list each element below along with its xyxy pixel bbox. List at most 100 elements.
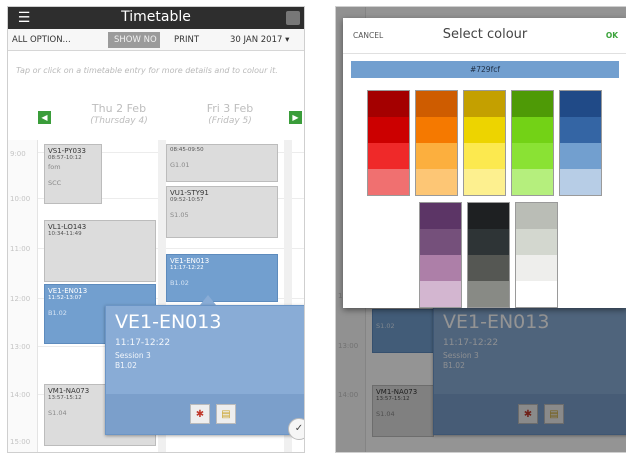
entry-room: B1.02 bbox=[170, 279, 189, 287]
colour-swatch[interactable] bbox=[368, 117, 409, 143]
colour-swatch[interactable] bbox=[512, 143, 553, 169]
colour-swatch[interactable] bbox=[468, 281, 509, 307]
timetable-entry[interactable]: VU1-STY91 09:52-10:57 S1.05 bbox=[166, 186, 278, 238]
day-header-thu: Thu 2 Feb (Thursday 4) bbox=[64, 102, 174, 128]
colour-swatch[interactable] bbox=[368, 143, 409, 169]
colour-swatch[interactable] bbox=[416, 169, 457, 195]
swatch-column bbox=[467, 202, 510, 308]
time-label: 15:00 bbox=[10, 438, 31, 446]
swatch-column bbox=[463, 90, 506, 196]
swatch-column bbox=[415, 90, 458, 196]
show-button[interactable]: SHOW NO bbox=[108, 32, 160, 48]
colour-swatch[interactable] bbox=[468, 255, 509, 281]
colour-swatch[interactable] bbox=[416, 117, 457, 143]
entry-code: VU1-STY91 bbox=[170, 189, 209, 197]
time-label: 12:00 bbox=[10, 295, 31, 303]
day-sub: (Thursday 4) bbox=[90, 116, 148, 126]
all-options-button[interactable]: ALL OPTION... bbox=[12, 35, 71, 45]
ok-button[interactable]: OK bbox=[606, 31, 618, 40]
time-label: 9:00 bbox=[10, 150, 26, 158]
colour-swatch[interactable] bbox=[512, 91, 553, 117]
hint-text: Tap or click on a timetable entry for mo… bbox=[16, 66, 278, 75]
timetable-entry[interactable]: VL1-LO143 10:34-11:49 bbox=[44, 220, 156, 282]
colour-swatch[interactable] bbox=[560, 169, 601, 195]
entry-details-popup: VE1-EN013 11:17-12:22 Session 3 B1.02 ✱ … bbox=[105, 305, 304, 440]
colour-swatch[interactable] bbox=[468, 203, 509, 229]
timetable-entry[interactable]: VS1-PY033 08:57-10:12 fom SCC bbox=[44, 144, 102, 204]
colour-swatch[interactable] bbox=[416, 143, 457, 169]
colour-swatch[interactable] bbox=[416, 91, 457, 117]
entry-time: 08:57-10:12 bbox=[48, 155, 82, 161]
toolbar: ALL OPTION... SHOW NO PRINT 30 JAN 2017 … bbox=[8, 29, 304, 51]
day-name: Thu 2 Feb bbox=[91, 102, 147, 115]
popup-code: VE1-EN013 bbox=[115, 311, 222, 333]
note-icon: ▤ bbox=[221, 408, 231, 420]
colour-swatch[interactable] bbox=[560, 91, 601, 117]
swatch-column bbox=[559, 90, 602, 196]
colour-swatch[interactable] bbox=[368, 91, 409, 117]
colour-swatch[interactable] bbox=[420, 203, 461, 229]
timetable-screen: ☰ Timetable ALL OPTION... SHOW NO PRINT … bbox=[7, 6, 305, 453]
swatch-column bbox=[515, 202, 558, 308]
colour-swatch[interactable] bbox=[512, 117, 553, 143]
palette-icon: ✱ bbox=[195, 408, 205, 420]
colour-swatch[interactable] bbox=[560, 117, 601, 143]
entry-time: 10:34-11:49 bbox=[48, 231, 82, 237]
date-selector[interactable]: 30 JAN 2017 ▾ bbox=[230, 35, 289, 45]
colour-swatch[interactable] bbox=[420, 229, 461, 255]
square-button-icon[interactable] bbox=[286, 11, 300, 25]
colour-swatch[interactable] bbox=[512, 169, 553, 195]
notes-button[interactable]: ▤ bbox=[216, 404, 236, 424]
swatch-column bbox=[419, 202, 462, 308]
entry-code: VL1-LO143 bbox=[48, 223, 87, 231]
colour-swatch[interactable] bbox=[468, 229, 509, 255]
entry-code: VE1-EN013 bbox=[170, 257, 210, 265]
app-top-bar: ☰ Timetable bbox=[8, 7, 304, 29]
hex-colour-field[interactable]: #729fcf bbox=[351, 61, 619, 78]
popup-actions: ✱ ▤ bbox=[106, 394, 304, 434]
colour-swatch[interactable] bbox=[420, 281, 461, 307]
colour-swatch[interactable] bbox=[464, 91, 505, 117]
time-label: 14:00 bbox=[10, 391, 31, 399]
entry-code: VE1-EN013 bbox=[48, 287, 88, 295]
print-button[interactable]: PRINT bbox=[174, 35, 199, 45]
colour-palette-button[interactable]: ✱ bbox=[190, 404, 210, 424]
dialog-title: Select colour bbox=[442, 27, 528, 42]
entry-time: 11:52-13:07 bbox=[48, 295, 82, 301]
entry-time: 08:45-09:50 bbox=[170, 147, 204, 153]
time-label: 10:00 bbox=[10, 195, 31, 203]
day-header-fri: Fri 3 Feb (Friday 5) bbox=[180, 102, 280, 128]
colour-swatch[interactable] bbox=[464, 117, 505, 143]
colour-swatch[interactable] bbox=[464, 169, 505, 195]
popup-room: B1.02 bbox=[115, 361, 137, 370]
check-corner-icon[interactable]: ✓ bbox=[288, 418, 304, 440]
swatch-column bbox=[511, 90, 554, 196]
colour-swatch[interactable] bbox=[516, 229, 557, 255]
time-column: 9:00 10:00 11:00 12:00 13:00 14:00 15:00 bbox=[8, 140, 38, 452]
day-sub: (Friday 5) bbox=[208, 116, 252, 126]
app-title: Timetable bbox=[121, 9, 191, 25]
colour-swatch[interactable] bbox=[368, 169, 409, 195]
popup-caret bbox=[200, 295, 216, 305]
entry-room: S1.05 bbox=[170, 211, 189, 219]
swatch-column bbox=[367, 90, 410, 196]
time-label: 11:00 bbox=[10, 245, 31, 253]
entry-time: 09:52-10:57 bbox=[170, 197, 204, 203]
entry-room: G1.01 bbox=[170, 161, 190, 169]
select-colour-dialog: CANCEL Select colour OK #729fcf bbox=[343, 18, 626, 308]
entry-code: VS1-PY033 bbox=[48, 147, 86, 155]
colour-swatch[interactable] bbox=[464, 143, 505, 169]
colour-picker-screen: 12:00 13:00 14:00 S1.02 VM1-NA073 13:57-… bbox=[335, 6, 626, 453]
entry-room: SCC bbox=[48, 179, 62, 187]
next-day-arrow-icon[interactable]: ▶ bbox=[289, 111, 302, 124]
colour-swatch[interactable] bbox=[420, 255, 461, 281]
prev-day-arrow-icon[interactable]: ◀ bbox=[38, 111, 51, 124]
popup-time: 11:17-12:22 bbox=[115, 338, 171, 348]
colour-swatch[interactable] bbox=[516, 203, 557, 229]
colour-swatch[interactable] bbox=[516, 255, 557, 281]
entry-time: 11:17-12:22 bbox=[170, 265, 204, 271]
timetable-entry-selected[interactable]: VE1-EN013 11:17-12:22 B1.02 bbox=[166, 254, 278, 302]
timetable-entry[interactable]: 08:45-09:50 G1.01 bbox=[166, 144, 278, 182]
colour-swatch[interactable] bbox=[516, 281, 557, 307]
colour-swatch[interactable] bbox=[560, 143, 601, 169]
